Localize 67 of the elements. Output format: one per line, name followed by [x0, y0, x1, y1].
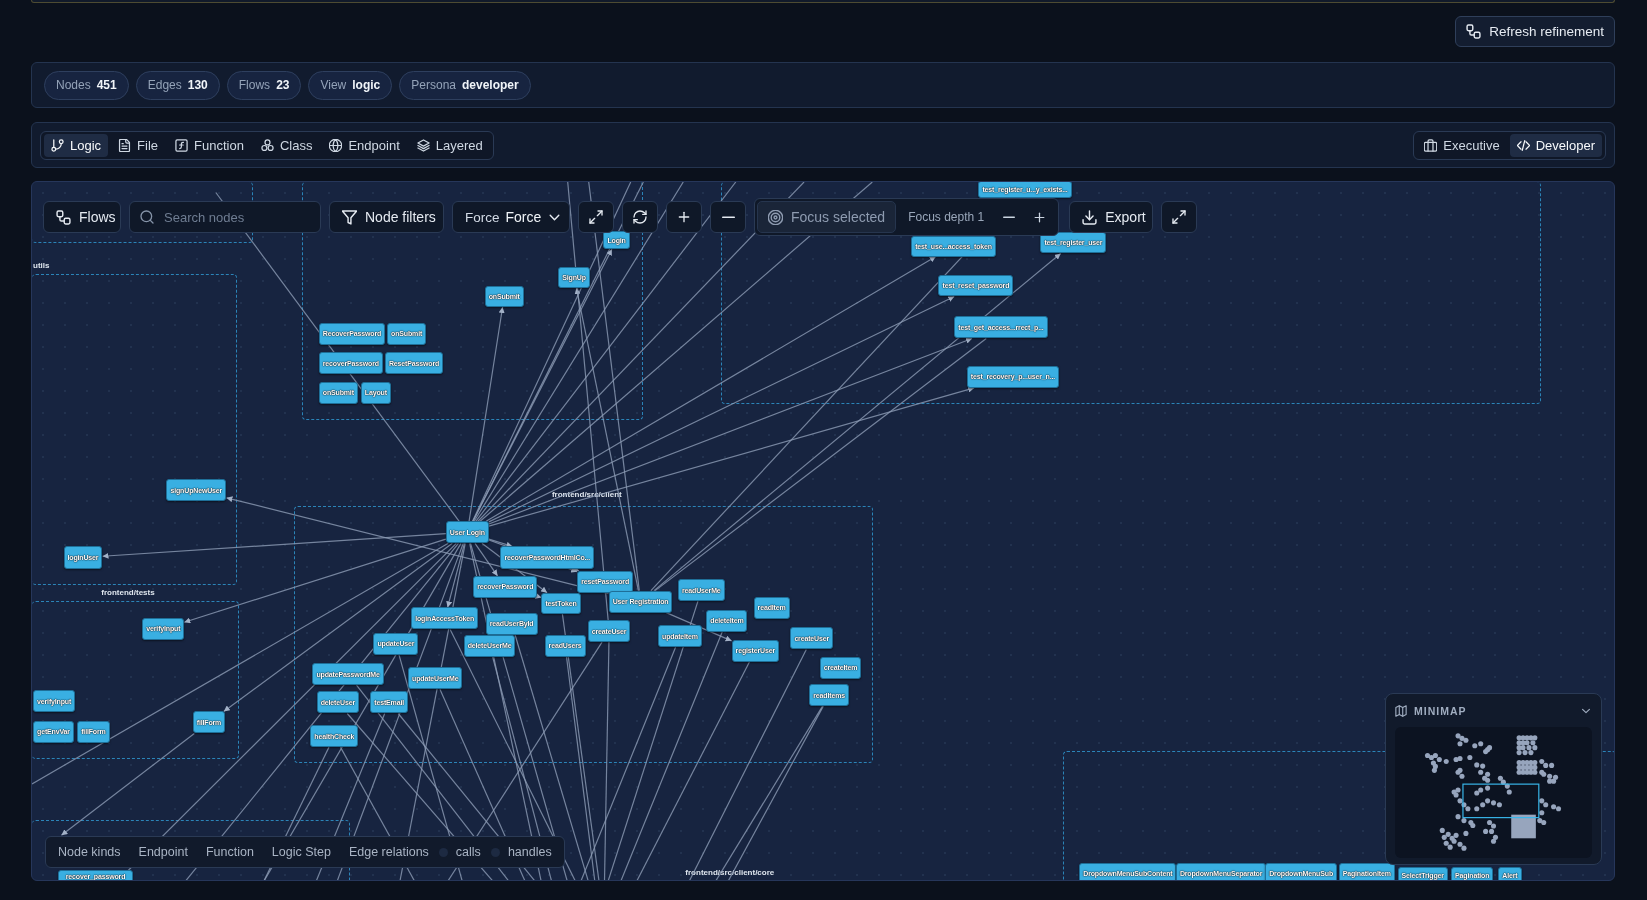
fullscreen-button[interactable] [1161, 201, 1198, 233]
group-label: frontend/tests [101, 588, 155, 597]
node-filters-button[interactable]: Node filters [329, 201, 444, 233]
plus-icon [677, 210, 691, 224]
stat-label: View [320, 78, 347, 92]
focus-depth-label: Focus depth 1 [908, 210, 985, 224]
view-tab[interactable]: Layered [409, 133, 490, 157]
relayout-button[interactable] [622, 201, 658, 233]
layers-icon [416, 138, 430, 152]
stat-label: Edges [147, 78, 182, 92]
fit-view-button[interactable] [578, 201, 614, 233]
minus-icon [721, 215, 735, 219]
zoom-in-button[interactable] [666, 201, 702, 233]
target-icon [768, 209, 783, 225]
stat-label: Persona [411, 78, 456, 92]
search-field[interactable]: Search nodes [129, 201, 321, 233]
legend-item: Function [205, 845, 254, 859]
file-icon [118, 138, 132, 152]
expand-icon [1172, 210, 1187, 224]
function-icon [175, 138, 189, 152]
view-tab[interactable]: File [111, 133, 166, 157]
refresh-refinement-button[interactable]: Refresh refinement [1455, 16, 1615, 47]
branch-icon [51, 138, 64, 152]
stat-value: 23 [276, 78, 290, 92]
minus-icon [1003, 215, 1016, 219]
refresh-icon [633, 210, 647, 224]
stat-value: 451 [96, 78, 117, 92]
minimap-view[interactable] [1395, 727, 1592, 858]
persona-tab[interactable]: Executive [1417, 133, 1507, 157]
plus-icon [1032, 210, 1046, 224]
stat-label: Flows [238, 78, 271, 92]
view-tab[interactable]: Endpoint [322, 133, 407, 157]
legend-item: Logic Step [271, 845, 331, 859]
briefcase-icon [1424, 138, 1438, 152]
group-label: frontend/src/client/core [685, 868, 775, 877]
legend-dot-icon [490, 847, 500, 857]
globe-icon [329, 138, 343, 152]
workflow-icon [56, 209, 71, 225]
expand-icon [589, 210, 603, 224]
download-icon [1082, 209, 1098, 225]
legend-title: Node kinds [58, 845, 121, 859]
legend-item: calls [455, 845, 481, 859]
stat-value: 130 [187, 78, 208, 92]
workflow-icon [1466, 24, 1482, 39]
minimap-viewport[interactable] [1462, 783, 1540, 819]
zoom-out-button[interactable] [710, 201, 746, 233]
legend-item: handles [507, 845, 552, 859]
view-tab[interactable]: Class [253, 133, 320, 157]
layout-select[interactable]: Force Force [452, 201, 570, 233]
stat-label: Nodes [56, 78, 91, 92]
view-tab[interactable]: Function [168, 133, 251, 157]
circles-icon [260, 138, 274, 152]
minimap-title: MINIMAP [1414, 704, 1467, 717]
code-icon [1516, 138, 1530, 152]
persona-tab[interactable]: Developer [1509, 133, 1602, 157]
flows-button[interactable]: Flows [43, 201, 121, 233]
stat-value: developer [462, 78, 519, 92]
legend-dot-icon [438, 847, 448, 857]
view-tab[interactable]: Logic [44, 133, 109, 157]
legend-title: Edge relations [348, 845, 429, 859]
stat-value: logic [352, 78, 381, 92]
group-label: frontend/src/client [551, 490, 622, 499]
filter-icon [342, 209, 357, 225]
group-label: utils [33, 261, 50, 270]
legend-item: Endpoint [138, 845, 188, 859]
map-icon [1395, 704, 1407, 717]
export-button[interactable]: Export [1069, 201, 1154, 233]
